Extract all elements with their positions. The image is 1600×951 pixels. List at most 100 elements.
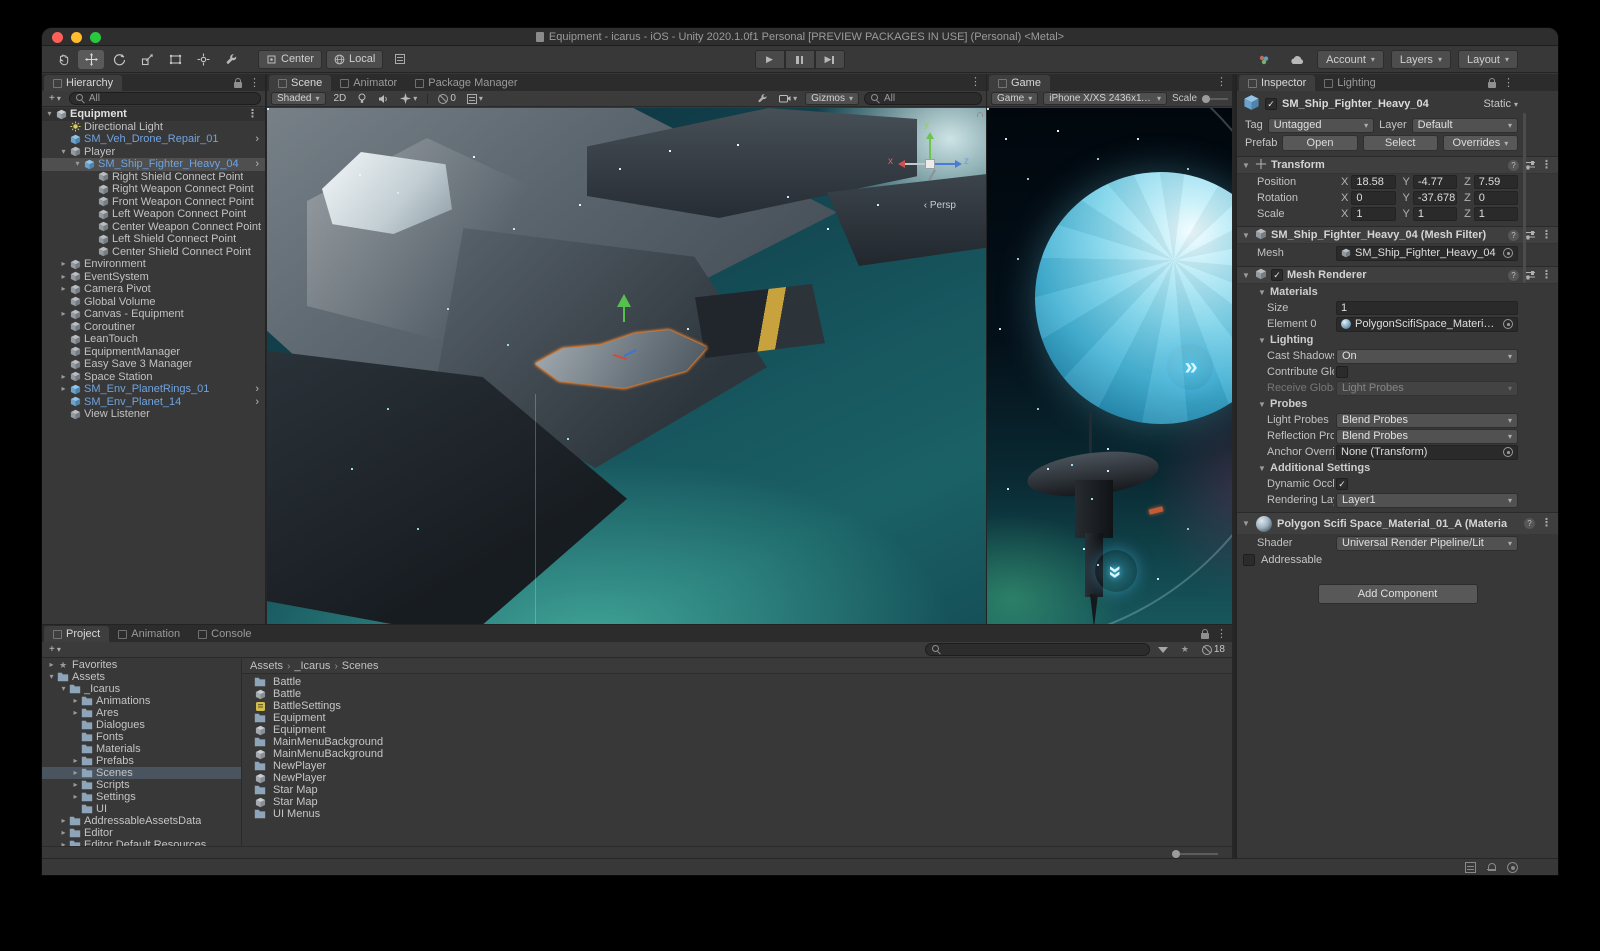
project-file-equipment[interactable]: Equipment [242, 712, 1232, 724]
static-dropdown[interactable]: Static▾ [1483, 98, 1518, 110]
panel-menu-icon[interactable]: ⋮ [249, 79, 260, 88]
minimize-button[interactable] [71, 32, 82, 43]
expander-arrow-icon[interactable]: ▸ [58, 371, 69, 383]
scale-y-field[interactable]: 1 [1413, 207, 1457, 221]
project-file-newplayer[interactable]: NewPlayer [242, 760, 1232, 772]
open-prefab-arrow[interactable]: › [251, 133, 263, 145]
account-dropdown[interactable]: Account▾ [1317, 50, 1384, 69]
lock-icon[interactable] [234, 82, 242, 88]
project-folder-settings[interactable]: ▸Settings [42, 791, 241, 803]
background-tasks-icon[interactable] [1507, 862, 1518, 873]
expander-arrow-icon[interactable]: ▾ [72, 158, 83, 170]
shader-dropdown[interactable]: Universal Render Pipeline/Lit▾ [1336, 536, 1518, 551]
inspector-scrollbar[interactable] [1523, 113, 1526, 283]
project-folder-editor[interactable]: ▸Editor [42, 827, 241, 839]
hierarchy-item-equipmentmanager[interactable]: EquipmentManager [42, 346, 265, 359]
step-button[interactable]: ▶ [815, 50, 845, 69]
scene-audio-icon[interactable] [375, 92, 392, 105]
console-activity-icon[interactable] [1465, 862, 1476, 873]
rotation-x-field[interactable]: 0 [1351, 191, 1395, 205]
create-asset-button[interactable]: +▾ [46, 643, 64, 656]
component-tools-icon[interactable] [754, 92, 771, 105]
project-file-mainmenubackground[interactable]: MainMenuBackground [242, 748, 1232, 760]
project-folder-prefabs[interactable]: ▸Prefabs [42, 755, 241, 767]
scale-tool-icon[interactable] [134, 50, 160, 69]
project-folder-assets[interactable]: ▾Assets [42, 671, 241, 683]
expander-arrow-icon[interactable]: ▸ [58, 383, 69, 395]
expander-arrow-icon[interactable]: ▸ [58, 815, 69, 827]
project-folder-addressableassetsdata[interactable]: ▸AddressableAssetsData [42, 815, 241, 827]
materials-foldout[interactable]: ▼Materials [1237, 284, 1558, 300]
help-icon[interactable]: ? [1508, 270, 1519, 281]
expander-arrow-icon[interactable]: ▸ [58, 308, 69, 320]
colors-icon[interactable] [1251, 50, 1277, 69]
rendering-layer-dropdown[interactable]: Layer1▾ [1336, 493, 1518, 508]
close-button[interactable] [52, 32, 63, 43]
expander-arrow-icon[interactable]: ▸ [58, 271, 69, 283]
object-picker-icon[interactable] [1503, 248, 1513, 258]
aspect-dropdown[interactable]: iPhone X/XS 2436x1125 F▾ [1043, 92, 1167, 105]
transform-tool-icon[interactable] [190, 50, 216, 69]
rect-tool-icon[interactable] [162, 50, 188, 69]
move-tool-icon[interactable] [78, 50, 104, 69]
expander-arrow-icon[interactable]: ▸ [70, 755, 81, 767]
tag-dropdown[interactable]: Untagged▾ [1268, 118, 1374, 133]
expander-arrow-icon[interactable]: ▸ [70, 767, 81, 779]
hierarchy-item-space-station[interactable]: ▸Space Station [42, 371, 265, 384]
grid-snap-icon[interactable] [387, 50, 413, 69]
expander-arrow-icon[interactable]: ▸ [58, 839, 69, 846]
project-file-battle[interactable]: Battle [242, 676, 1232, 688]
project-search[interactable] [925, 643, 1150, 656]
scale-slider[interactable] [1202, 98, 1228, 100]
scene-options-icon[interactable]: ⋮ [242, 108, 263, 120]
expander-arrow-icon[interactable]: ▸ [58, 827, 69, 839]
panel-menu-icon[interactable]: ⋮ [1216, 630, 1227, 639]
draw-mode-dropdown[interactable]: Shaded▾ [271, 92, 326, 105]
tab-console[interactable]: Console [189, 626, 260, 642]
scene-camera-dropdown[interactable]: ▾ [776, 92, 800, 105]
scene-orientation-gizmo[interactable]: y x z [898, 132, 962, 196]
space-toggle-button[interactable]: Local [326, 50, 383, 69]
hierarchy-item-right-shield-connect-point[interactable]: Right Shield Connect Point [42, 171, 265, 184]
panel-menu-icon[interactable]: ⋮ [970, 78, 981, 87]
prefab-open-button[interactable]: Open [1282, 135, 1357, 151]
project-folder-favorites[interactable]: ▸★Favorites [42, 659, 241, 671]
tab-animator[interactable]: Animator [331, 75, 406, 91]
hierarchy-item-global-volume[interactable]: Global Volume [42, 296, 265, 309]
display-dropdown[interactable]: Game▾ [991, 92, 1038, 105]
project-file-newplayer[interactable]: NewPlayer [242, 772, 1232, 784]
help-icon[interactable]: ? [1508, 230, 1519, 241]
hierarchy-item-sm-env-planet-14[interactable]: SM_Env_Planet_14› [42, 396, 265, 409]
reflection-probes-dropdown[interactable]: Blend Probes▾ [1336, 429, 1518, 444]
hierarchy-item-right-weapon-connect-point[interactable]: Right Weapon Connect Point [42, 183, 265, 196]
open-prefab-arrow[interactable]: › [251, 396, 263, 408]
hierarchy-item-front-weapon-connect-point[interactable]: Front Weapon Connect Point [42, 196, 265, 209]
rotation-z-field[interactable]: 0 [1474, 191, 1518, 205]
hierarchy-item-center-shield-connect-point[interactable]: Center Shield Connect Point [42, 246, 265, 259]
hidden-packages-toggle[interactable]: 18 [1199, 643, 1228, 656]
scene-visibility-toggle[interactable]: 0 [435, 92, 459, 105]
project-folder-editor-default-resources[interactable]: ▸Editor Default Resources [42, 839, 241, 846]
position-z-field[interactable]: 7.59 [1474, 175, 1518, 189]
expander-arrow-icon[interactable]: ▾ [58, 683, 69, 695]
project-file-battle[interactable]: Battle [242, 688, 1232, 700]
project-file-mainmenubackground[interactable]: MainMenuBackground [242, 736, 1232, 748]
component-menu-icon[interactable]: ⋮ [1541, 161, 1552, 170]
grid-visibility-dropdown[interactable]: ▾ [464, 92, 486, 105]
expander-arrow-icon[interactable]: ▸ [58, 283, 69, 295]
favorite-search-icon[interactable]: ★ [1176, 643, 1194, 656]
expander-arrow-icon[interactable]: ▸ [70, 791, 81, 803]
project-folder-materials[interactable]: Materials [42, 743, 241, 755]
gizmo-center-cube[interactable] [925, 159, 935, 169]
material-header[interactable]: ▼ Polygon Scifi Space_Material_01_A (Mat… [1237, 512, 1558, 534]
probes-foldout[interactable]: ▼Probes [1237, 396, 1558, 412]
lock-icon[interactable] [1201, 633, 1209, 639]
layout-dropdown[interactable]: Layout▾ [1458, 50, 1518, 69]
search-by-type-icon[interactable] [1155, 643, 1171, 656]
hierarchy-search[interactable]: All [69, 92, 261, 105]
gizmos-dropdown[interactable]: Gizmos▾ [805, 92, 859, 105]
tab-game[interactable]: Game [989, 75, 1050, 91]
help-icon[interactable]: ? [1524, 518, 1535, 529]
expander-arrow-icon[interactable]: ▸ [58, 258, 69, 270]
project-folder-scripts[interactable]: ▸Scripts [42, 779, 241, 791]
